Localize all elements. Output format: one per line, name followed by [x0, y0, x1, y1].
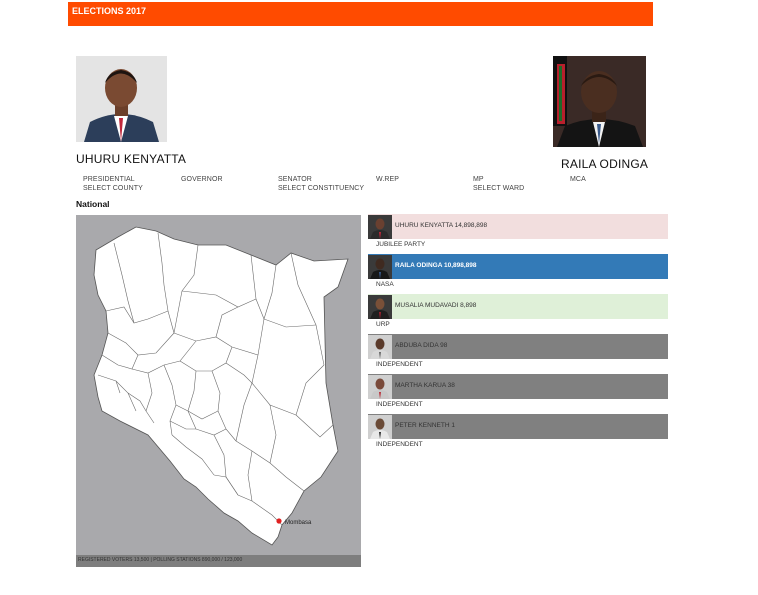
- result-row[interactable]: MUSALIA MUDAVADI 8,898: [368, 294, 668, 319]
- nav-mca[interactable]: MCA: [570, 176, 586, 183]
- mombasa-marker[interactable]: [276, 518, 282, 524]
- select-constituency-dropdown[interactable]: SELECT CONSTITUENCY: [278, 185, 364, 192]
- candidate-photo-left: [76, 56, 167, 142]
- person-icon: [368, 255, 392, 279]
- result-label: UHURU KENYATTA 14,898,898: [395, 222, 488, 229]
- result-label: RAILA ODINGA 10,898,898: [395, 262, 477, 269]
- party-label: INDEPENDENT: [376, 361, 423, 368]
- elections-header-bar: ELECTIONS 2017: [68, 2, 653, 26]
- party-label: INDEPENDENT: [376, 401, 423, 408]
- candidate-thumbnail: [368, 415, 392, 439]
- party-label: JUBILEE PARTY: [376, 241, 426, 248]
- result-row[interactable]: MARTHA KARUA 38: [368, 374, 668, 399]
- elections-title: ELECTIONS 2017: [72, 6, 147, 16]
- mombasa-label: Mombasa: [285, 520, 312, 526]
- nav-mp[interactable]: MP: [473, 176, 484, 183]
- result-label: PETER KENNETH 1: [395, 422, 455, 429]
- result-row[interactable]: ABDUBA DIDA 98: [368, 334, 668, 359]
- candidate-thumbnail: [368, 335, 392, 359]
- candidate-thumbnail: [368, 375, 392, 399]
- result-label: ABDUBA DIDA 98: [395, 342, 448, 349]
- nav-governor[interactable]: GOVERNOR: [181, 176, 223, 183]
- portrait-right-icon: [553, 56, 646, 147]
- party-label: URP: [376, 321, 390, 328]
- person-icon: [368, 335, 392, 359]
- result-row[interactable]: RAILA ODINGA 10,898,898: [368, 254, 668, 279]
- result-row[interactable]: PETER KENNETH 1: [368, 414, 668, 439]
- person-icon: [368, 415, 392, 439]
- result-row[interactable]: UHURU KENYATTA 14,898,898: [368, 214, 668, 239]
- person-icon: [368, 215, 392, 239]
- nav-wrep[interactable]: W.REP: [376, 176, 399, 183]
- portrait-left-icon: [76, 56, 167, 142]
- select-ward-dropdown[interactable]: SELECT WARD: [473, 185, 524, 192]
- person-icon: [368, 375, 392, 399]
- result-label: MUSALIA MUDAVADI 8,898: [395, 302, 477, 309]
- nav-senator[interactable]: SENATOR: [278, 176, 312, 183]
- person-icon: [368, 295, 392, 319]
- result-label: MARTHA KARUA 38: [395, 382, 455, 389]
- section-title: National: [76, 199, 110, 209]
- candidate-name-right: RAILA ODINGA: [561, 157, 649, 171]
- candidate-thumbnail: [368, 255, 392, 279]
- candidate-name-left: UHURU KENYATTA: [76, 152, 187, 166]
- nav-presidential[interactable]: PRESIDENTIAL: [83, 176, 135, 183]
- candidate-thumbnail: [368, 215, 392, 239]
- candidate-thumbnail: [368, 295, 392, 319]
- kenya-outline: [93, 226, 349, 546]
- party-label: INDEPENDENT: [376, 441, 423, 448]
- map-footer-bar: REGISTERED VOTERS 13,500 | POLLING STATI…: [76, 555, 361, 567]
- party-label: NASA: [376, 281, 394, 288]
- map-footer-stats: REGISTERED VOTERS 13,500 | POLLING STATI…: [78, 557, 243, 563]
- kenya-map-panel: Mombasa REGISTERED VOTERS 13,500 | POLLI…: [76, 215, 361, 567]
- kenya-map: Mombasa: [93, 226, 349, 546]
- select-county-dropdown[interactable]: SELECT COUNTY: [83, 185, 143, 192]
- candidate-photo-right: [553, 56, 646, 147]
